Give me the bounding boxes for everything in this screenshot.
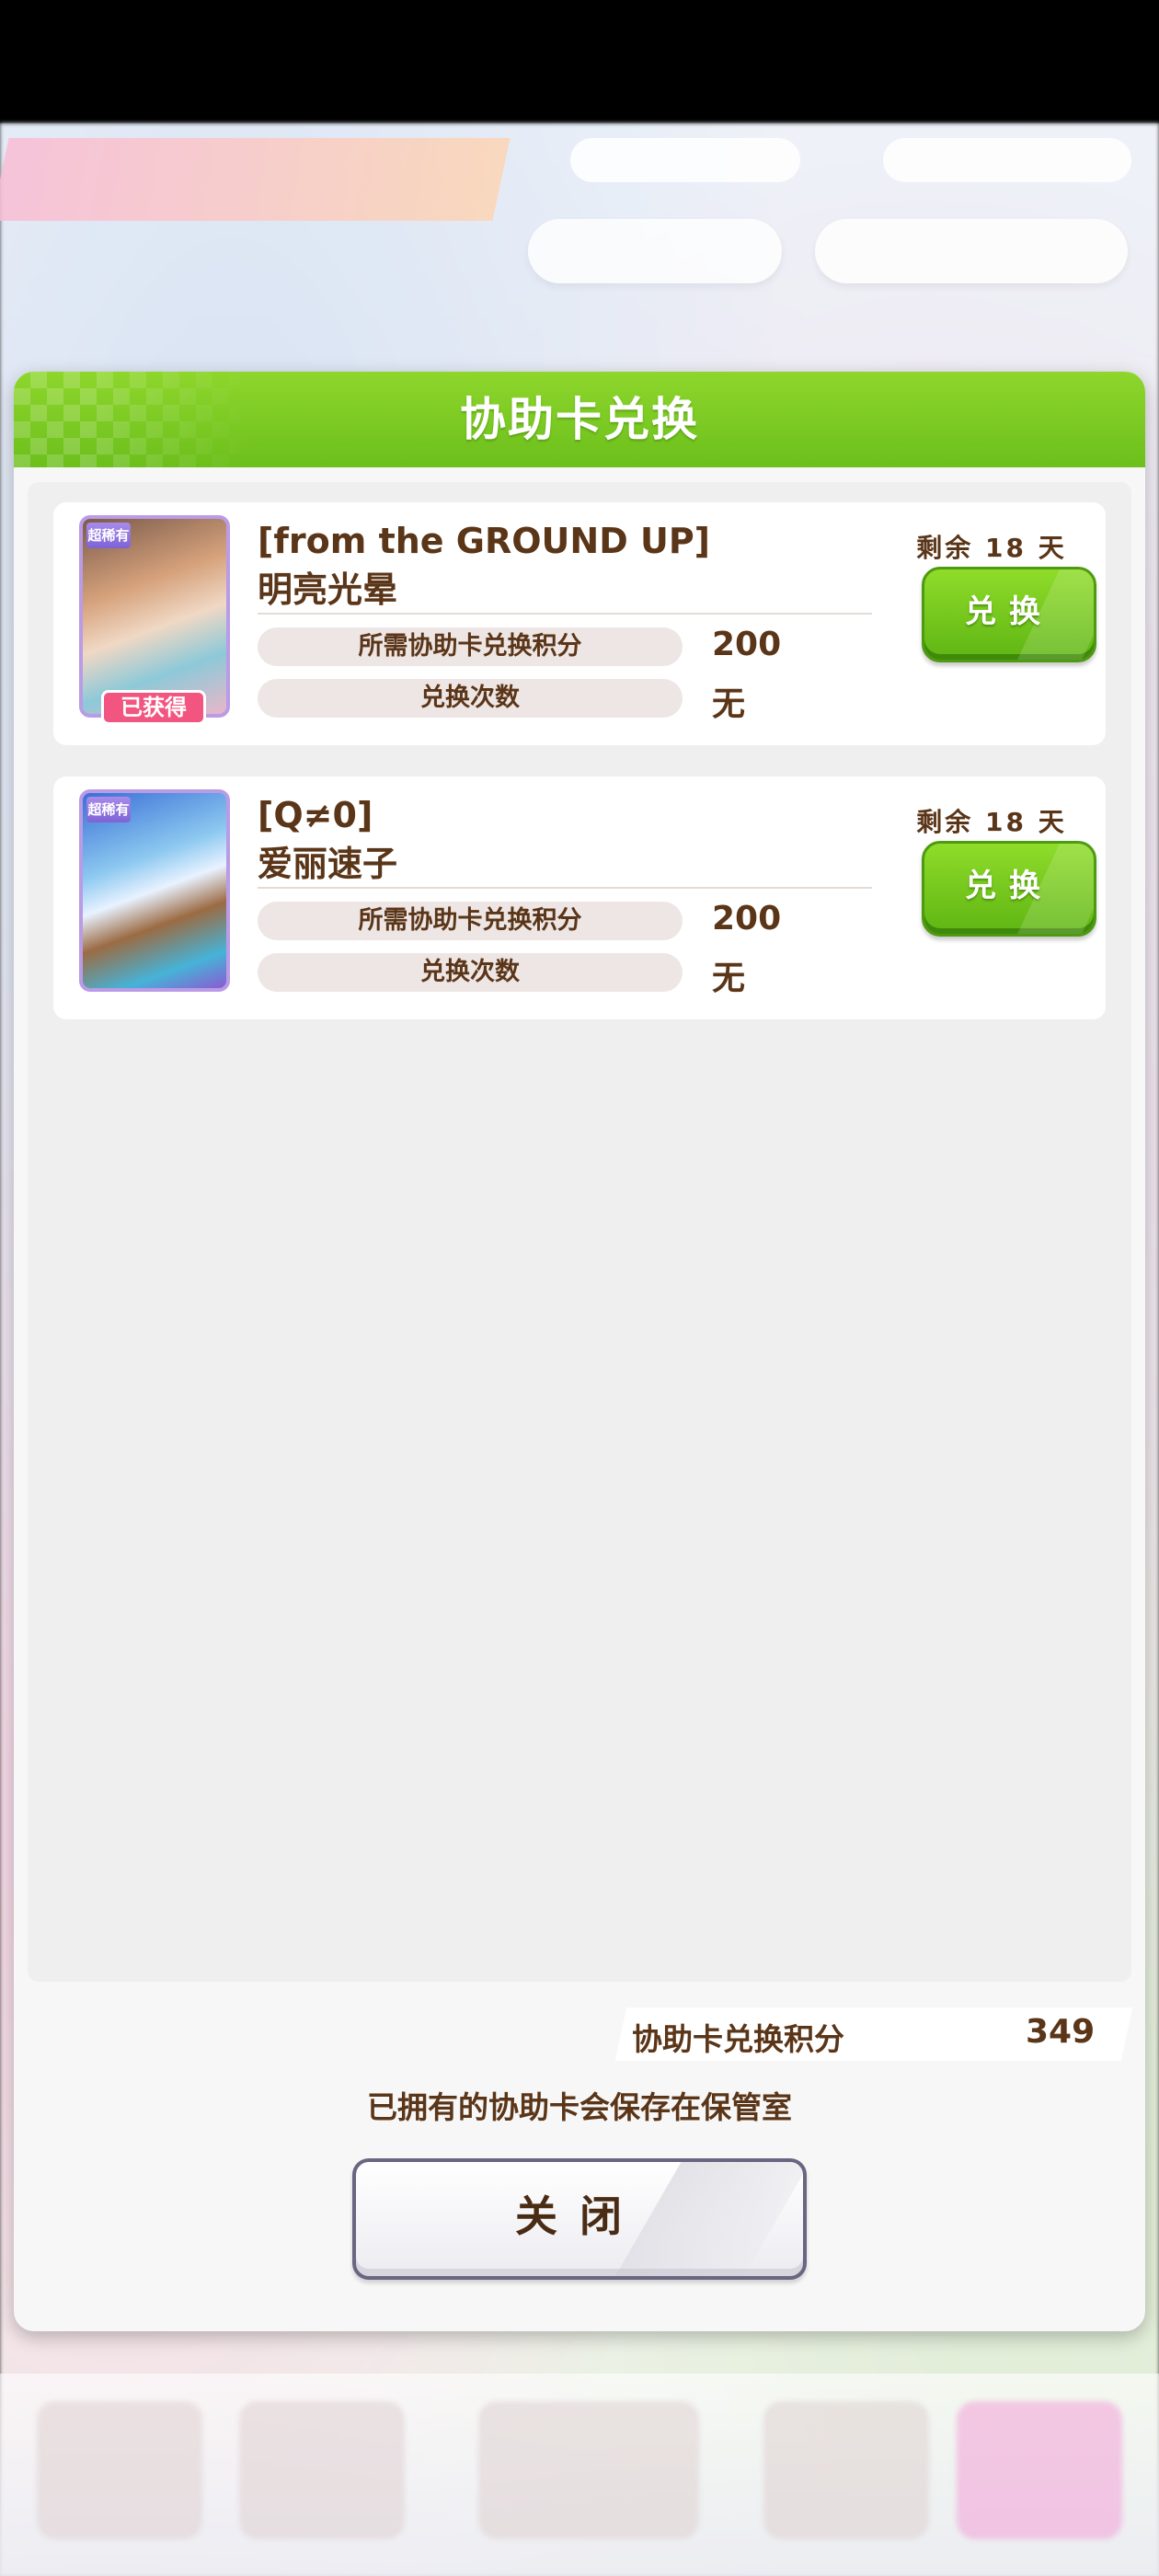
points-balance-label: 协助卡兑换积分 (632, 2021, 844, 2057)
remaining-days: 剩余 18 天 (916, 533, 1067, 563)
points-balance-value: 349 (1026, 2013, 1096, 2051)
close-button-label: 关闭 (515, 2191, 644, 2241)
rarity-badge: 超稀有 (86, 797, 131, 822)
rarity-badge: 超稀有 (86, 523, 131, 548)
exchange-count-label: 兑换次数 (258, 679, 683, 718)
dialog-title: 协助卡兑换 (460, 393, 699, 446)
required-points-value: 200 (712, 626, 782, 663)
exchange-count-value: 无 (712, 960, 746, 997)
dialog-header: 协助卡兑换 (14, 372, 1145, 467)
exchange-item: 超稀有 已获得 [from the GROUND UP] 明亮光晕 所需协助卡兑… (53, 502, 1106, 745)
exchange-list[interactable]: 超稀有 已获得 [from the GROUND UP] 明亮光晕 所需协助卡兑… (28, 482, 1131, 1982)
character-name: 爱丽速子 (258, 844, 398, 884)
exchange-count-value: 无 (712, 685, 746, 723)
close-button[interactable]: 关闭 (352, 2158, 807, 2280)
divider (258, 887, 872, 889)
remaining-days: 剩余 18 天 (916, 807, 1067, 837)
exchange-item: 超稀有 [Q≠0] 爱丽速子 所需协助卡兑换积分 200 兑换次数 无 剩余 1… (53, 776, 1106, 1019)
divider (258, 613, 872, 615)
card-title: [from the GROUND UP] (258, 521, 711, 561)
exchange-button[interactable]: 兑换 (922, 567, 1096, 662)
required-points-value: 200 (712, 900, 782, 937)
storage-note: 已拥有的协助卡会保存在保管室 (367, 2089, 792, 2125)
support-card-thumbnail[interactable]: 超稀有 (79, 789, 230, 992)
obtained-badge: 已获得 (101, 690, 206, 725)
support-card-exchange-dialog: 协助卡兑换 超稀有 已获得 [from the GROUND UP] 明亮光晕 … (14, 372, 1145, 2331)
required-points-label: 所需协助卡兑换积分 (258, 902, 683, 940)
card-title: [Q≠0] (258, 795, 373, 835)
exchange-button[interactable]: 兑换 (922, 841, 1096, 937)
status-bar (0, 0, 1159, 123)
required-points-label: 所需协助卡兑换积分 (258, 627, 683, 666)
character-name: 明亮光晕 (258, 569, 398, 610)
exchange-count-label: 兑换次数 (258, 953, 683, 992)
support-card-thumbnail[interactable]: 超稀有 (79, 515, 230, 718)
